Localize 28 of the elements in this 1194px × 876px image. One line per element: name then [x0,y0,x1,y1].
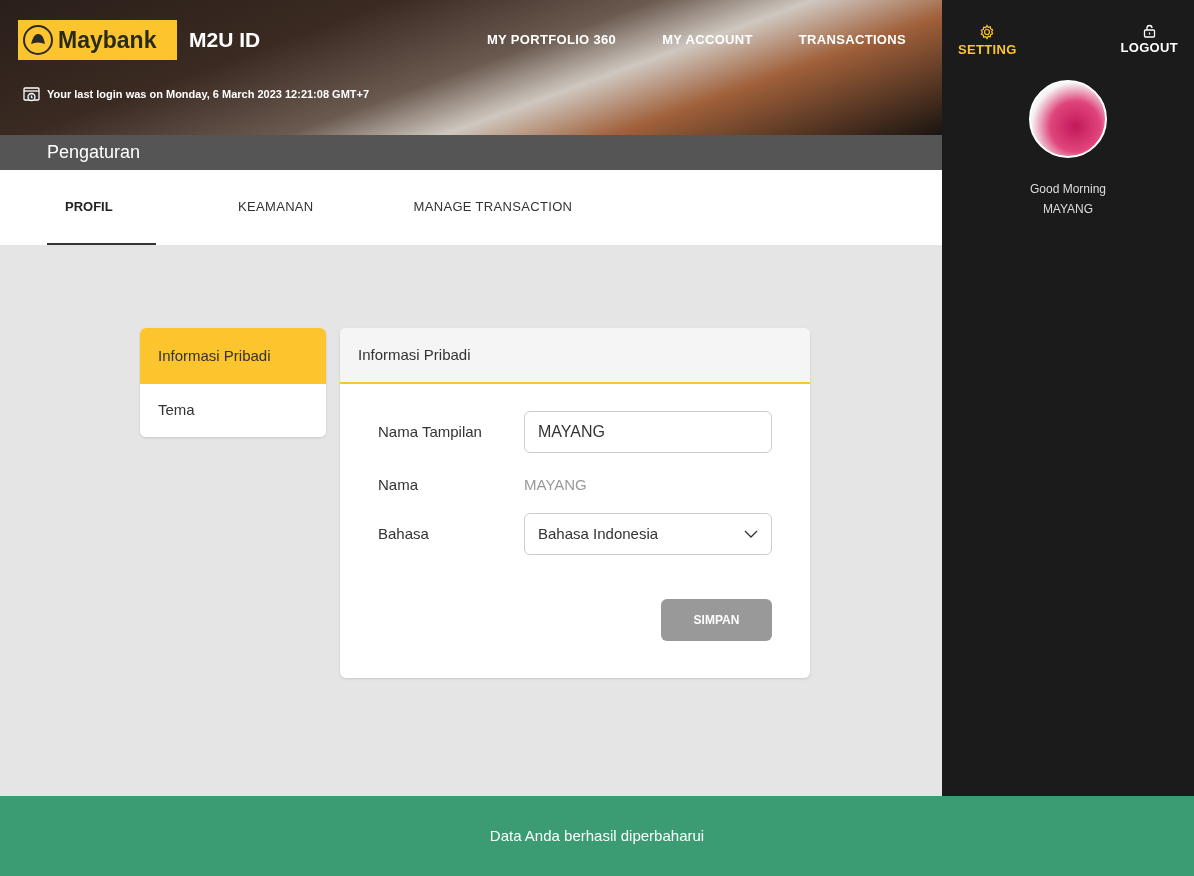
field-label: Bahasa [378,523,430,544]
side-menu-item[interactable]: Tema [140,384,326,437]
nav-link[interactable]: TRANSACTIONS [798,30,906,50]
nav-link[interactable]: MY PORTFOLIO 360 [486,30,617,50]
page-title: Pengaturan [47,141,141,164]
language-dropdown[interactable]: Bahasa Indonesia [524,513,772,555]
setting-button[interactable]: SETTING [958,24,1017,60]
tab[interactable]: PROFIL [47,170,156,245]
app-name: M2U ID [189,27,261,54]
chevron-down-icon [744,530,758,538]
tiger-emblem-icon [22,24,54,56]
gear-icon [979,24,996,40]
card-title: Informasi Pribadi [358,344,471,365]
field-label: Nama Tampilan [378,421,483,442]
tab[interactable]: KEAMANAN [220,170,332,245]
field-label: Nama [378,474,419,495]
calendar-clock-icon [23,86,40,103]
side-menu-item[interactable]: Informasi Pribadi [140,328,326,384]
user-name: MAYANG [1042,200,1094,218]
last-login-text: Your last login was on Monday, 6 March 2023 12:21:08 GMT+7 [47,87,370,103]
padlock-icon [1142,24,1156,38]
display-name-field[interactable]: MAYANG [524,411,772,453]
toast-message: Data Anda berhasil diperbaharui [489,825,705,846]
logout-button[interactable]: LOGOUT [1120,24,1178,60]
tab[interactable]: MANAGE TRANSACTION [395,170,591,245]
name-value: MAYANG [524,474,587,495]
logo-text: Maybank [58,25,157,55]
greeting-text: Good Morning [1029,180,1106,198]
